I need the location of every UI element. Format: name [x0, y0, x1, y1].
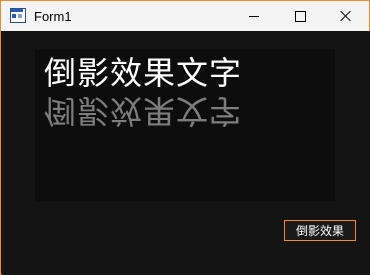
reflection-text: 倒影效果文字 [44, 92, 243, 130]
main-text: 倒影效果文字 [44, 54, 243, 92]
reflection-panel: 倒影效果文字 倒影效果文字 [35, 49, 335, 201]
main-window: Form1 倒影效果文字 倒影效果文字 倒影效果 [0, 0, 370, 275]
minimize-icon [249, 15, 259, 17]
window-title: Form1 [34, 8, 72, 24]
reflection-effect-button[interactable]: 倒影效果 [284, 220, 356, 241]
minimize-button[interactable] [231, 1, 277, 31]
app-icon[interactable] [10, 8, 26, 24]
close-button[interactable] [323, 1, 369, 31]
maximize-icon [294, 10, 306, 22]
close-icon [340, 10, 352, 22]
maximize-button[interactable] [277, 1, 323, 31]
title-bar[interactable]: Form1 [1, 1, 369, 31]
